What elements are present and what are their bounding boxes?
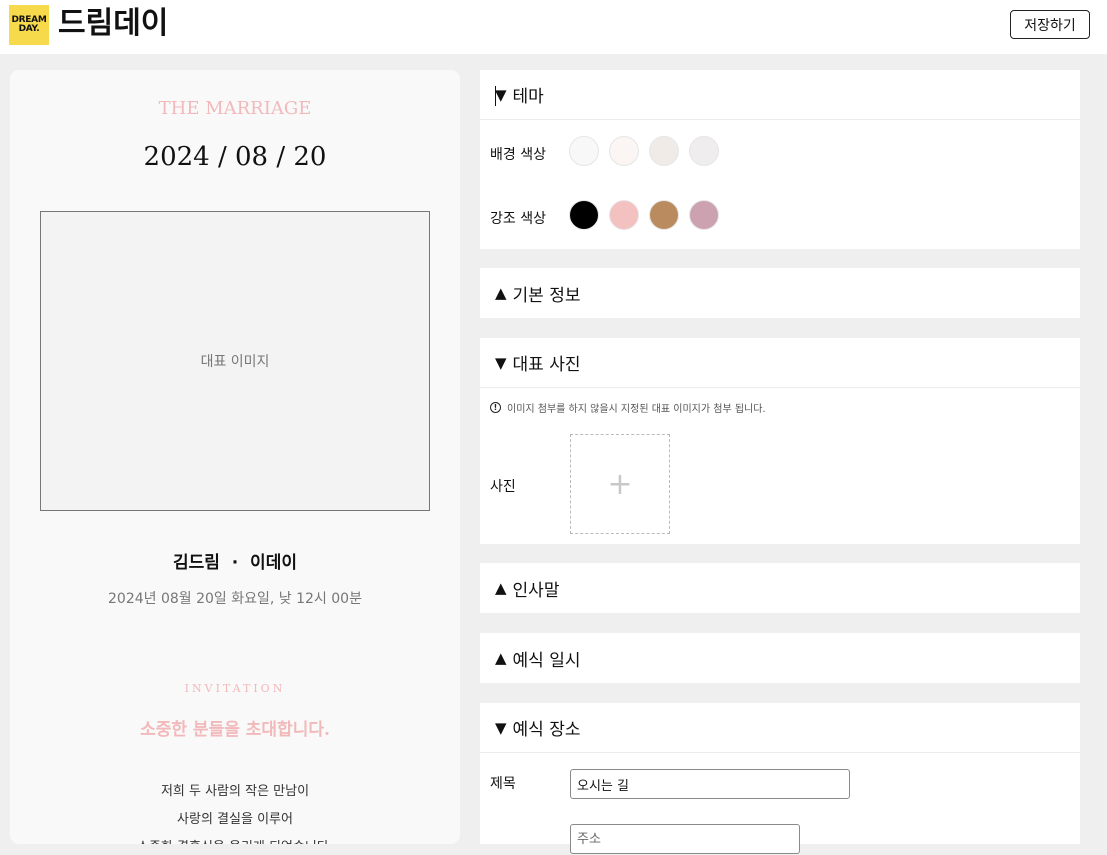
preview-marriage-heading: THE MARRIAGE — [158, 98, 312, 119]
background-color-swatch[interactable] — [649, 136, 679, 166]
save-button[interactable]: 저장하기 — [1010, 10, 1090, 39]
expand-arrow-icon: ▲ — [495, 579, 507, 597]
preview-invitation-title: 소중한 분들을 초대합니다. — [140, 720, 330, 740]
accent-color-label: 강조 색상 — [490, 211, 546, 227]
wedding-venue-panel-title: 예식 장소 — [512, 720, 581, 740]
background-color-swatch[interactable] — [569, 136, 599, 166]
photo-label: 사진 — [490, 479, 516, 495]
expand-arrow-icon: ▲ — [495, 649, 507, 667]
collapse-arrow-icon: ▼ — [495, 718, 507, 737]
photo-notice-text: 이미지 첨부를 하지 않을시 지정된 대표 이미지가 첨부 됩니다. — [507, 404, 766, 415]
theme-panel-header[interactable]: ▼ 테마 — [480, 70, 1080, 120]
basic-info-panel-title: 기본 정보 — [512, 285, 581, 306]
greeting-panel: ▲ 인사말 — [480, 563, 1080, 613]
collapse-arrow-icon: ▼ — [495, 85, 507, 104]
preview-image-placeholder: 대표 이미지 — [200, 354, 270, 370]
info-icon: ! — [490, 402, 501, 413]
main-photo-panel: ▼ 대표 사진 ! 이미지 첨부를 하지 않을시 지정된 대표 이미지가 첨부 … — [480, 338, 1080, 544]
main-photo-panel-header[interactable]: ▼ 대표 사진 — [480, 338, 1080, 388]
accent-color-swatch[interactable] — [569, 200, 599, 230]
basic-info-panel-header[interactable]: ▲ 기본 정보 — [480, 268, 1080, 318]
preview-invitation-label: INVITATION — [184, 682, 286, 695]
preview-wedding-datetime: 2024년 08월 20일 화요일, 낮 12시 00분 — [108, 591, 362, 607]
photo-notice: ! 이미지 첨부를 하지 않을시 지정된 대표 이미지가 첨부 됩니다. — [490, 400, 766, 415]
collapse-arrow-icon: ▼ — [495, 353, 507, 372]
greeting-panel-title: 인사말 — [512, 580, 560, 601]
accent-color-swatch[interactable] — [649, 200, 679, 230]
wedding-datetime-panel: ▲ 예식 일시 — [480, 633, 1080, 683]
preview-message-line: 사랑의 결실을 이루어 — [177, 812, 293, 827]
accent-color-swatch[interactable] — [689, 200, 719, 230]
background-color-label: 배경 색상 — [490, 147, 546, 163]
greeting-panel-header[interactable]: ▲ 인사말 — [480, 563, 1080, 613]
text-caret — [495, 86, 496, 106]
background-color-swatch[interactable] — [689, 136, 719, 166]
wedding-venue-panel-header[interactable]: ▼ 예식 장소 — [480, 703, 1080, 753]
theme-panel: ▼ 테마 배경 색상 강조 색상 — [480, 70, 1080, 249]
logo-line-2: DAY. — [18, 24, 40, 34]
background-color-swatch[interactable] — [609, 136, 639, 166]
expand-arrow-icon: ▲ — [495, 284, 507, 302]
preview-couple-names: 김드림 · 이데이 — [173, 553, 297, 573]
wedding-datetime-panel-title: 예식 일시 — [512, 650, 581, 671]
preview-message-line: 저희 두 사람의 작은 만남이 — [160, 784, 310, 799]
wedding-venue-panel: ▼ 예식 장소 제목 — [480, 703, 1080, 854]
basic-info-panel: ▲ 기본 정보 — [480, 268, 1080, 318]
venue-title-input[interactable] — [570, 769, 850, 799]
app-header: DREAM DAY. 드림데이 저장하기 — [0, 0, 1107, 54]
venue-title-label: 제목 — [490, 776, 516, 792]
brand-title: 드림데이 — [58, 6, 169, 41]
preview-message-line: 소중한 결혼식을 올리게 되었습니다. — [10, 836, 460, 844]
wedding-datetime-panel-header[interactable]: ▲ 예식 일시 — [480, 633, 1080, 683]
venue-address-input[interactable] — [570, 824, 800, 854]
photo-upload-box[interactable]: + — [570, 434, 670, 534]
preview-wedding-date: 2024 / 08 / 20 — [143, 142, 327, 172]
main-photo-panel-title: 대표 사진 — [512, 355, 581, 375]
plus-icon: + — [607, 466, 633, 502]
theme-panel-title: 테마 — [512, 87, 544, 107]
accent-color-swatch[interactable] — [609, 200, 639, 230]
preview-main-image: 대표 이미지 — [40, 211, 430, 511]
dreamday-logo[interactable]: DREAM DAY. — [9, 5, 49, 45]
invitation-preview: THE MARRIAGE 2024 / 08 / 20 대표 이미지 김드림 ·… — [10, 70, 460, 844]
